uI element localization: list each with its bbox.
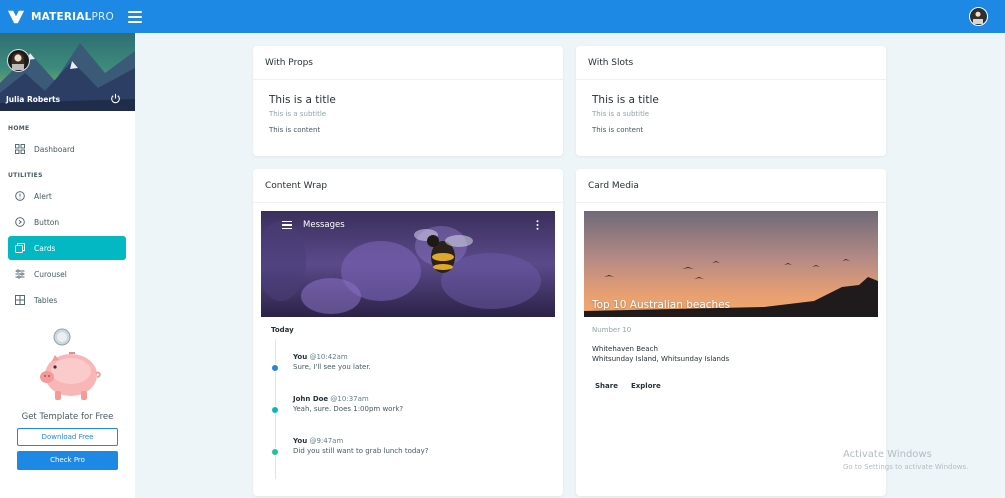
messages-toolbar: Messages [261,211,555,239]
avatar-image [973,10,983,24]
promo-text: Get Template for Free [21,412,114,422]
timeline-item: You @10:42am Sure, I'll see you later. [293,353,371,371]
power-icon[interactable] [110,93,121,104]
message-text: Sure, I'll see you later. [293,363,371,371]
beach-media: Top 10 Australian beaches [584,211,878,317]
media-text-line2: Whitsunday Island, Whitsunday Islands [592,355,730,363]
message-author: You [293,353,308,361]
button-circle-icon [15,217,25,227]
card-content: This is content [269,126,321,134]
profile-avatar[interactable] [7,49,30,72]
cards-icon [15,243,25,253]
timeline-dot [271,448,279,456]
sidebar-item-label: Tables [34,295,58,305]
sidebar-item-label: Curousel [34,269,67,279]
hamburger-icon[interactable] [128,10,143,23]
messages-menu-icon[interactable] [282,221,292,229]
table-icon [15,295,25,305]
piggy-bank-icon [39,328,101,400]
messages-media: Messages [261,211,555,317]
card-title: This is a title [592,94,659,106]
activate-windows-title: Activate Windows [843,449,932,460]
sidebar-item-cards[interactable]: Cards [8,236,126,260]
sidebar-item-curousel[interactable]: Curousel [8,262,126,286]
card-content: This is content [592,126,644,134]
card-with-slots: With Slots This is a title This is a sub… [576,46,886,156]
message-author: You [293,437,308,445]
sidebar-item-label: Cards [34,243,56,253]
media-title: Top 10 Australian beaches [592,299,731,311]
sidebar-item-label: Dashboard [34,144,75,154]
share-button[interactable]: Share [595,382,618,390]
top-app-bar: MATERIALPRO [0,0,1005,33]
sliders-icon [15,269,25,279]
more-vert-icon[interactable] [536,220,539,230]
card-card-media: Card Media Top 10 Australian beaches Num… [576,169,886,496]
timeline-heading: Today [271,326,294,334]
activate-windows-subtitle: Go to Settings to activate Windows. [843,463,969,471]
brand[interactable]: MATERIALPRO [7,8,114,26]
media-text-line1: Whitehaven Beach [592,345,658,353]
brand-name: MATERIALPRO [31,10,115,23]
card-content-wrap: Content Wrap Messages Today You @10:42am… [253,169,563,496]
message-time: @10:42am [309,353,348,361]
media-subtitle: Number 10 [592,326,632,334]
brand-logo-icon [7,10,25,23]
message-time: @9:47am [309,437,344,445]
timeline-dot [271,364,279,372]
sidebar: Julia Roberts HOME Dashboard UTILITIES A… [0,33,135,498]
message-time: @10:37am [330,395,369,403]
sidebar-item-dashboard[interactable]: Dashboard [8,137,126,161]
user-avatar[interactable] [969,7,988,26]
card-with-props: With Props This is a title This is a sub… [253,46,563,156]
promo-box: Get Template for Free Download Free Chec… [0,327,135,470]
sidebar-item-alert[interactable]: Alert [8,184,126,208]
explore-button[interactable]: Explore [631,382,661,390]
card-header: Card Media [576,169,886,203]
timeline-item: John Doe @10:37am Yeah, sure. Does 1:00p… [293,395,403,413]
download-free-button[interactable]: Download Free [17,428,118,446]
card-title: This is a title [269,94,336,106]
profile-name: Julia Roberts [6,95,61,104]
section-label-utilities: UTILITIES [8,172,43,179]
card-header: Content Wrap [253,169,563,203]
message-text: Yeah, sure. Does 1:00pm work? [293,405,404,413]
messages-title: Messages [303,220,345,230]
timeline-dot [271,406,279,414]
timeline-item: You @9:47am Did you still want to grab l… [293,437,428,455]
sidebar-item-label: Button [34,217,60,227]
section-label-home: HOME [8,125,30,132]
sidebar-item-tables[interactable]: Tables [8,288,126,312]
card-subtitle: This is a subtitle [592,110,650,118]
profile-banner: Julia Roberts [0,33,135,111]
sidebar-item-button[interactable]: Button [8,210,126,234]
check-pro-button[interactable]: Check Pro [17,451,118,470]
card-header: With Slots [576,46,886,80]
card-subtitle: This is a subtitle [269,110,327,118]
message-text: Did you still want to grab lunch today? [293,447,429,455]
card-header: With Props [253,46,563,80]
alert-circle-icon [15,191,25,201]
message-author: John Doe [293,395,329,403]
sidebar-item-label: Alert [34,191,52,201]
dashboard-icon [15,144,25,154]
